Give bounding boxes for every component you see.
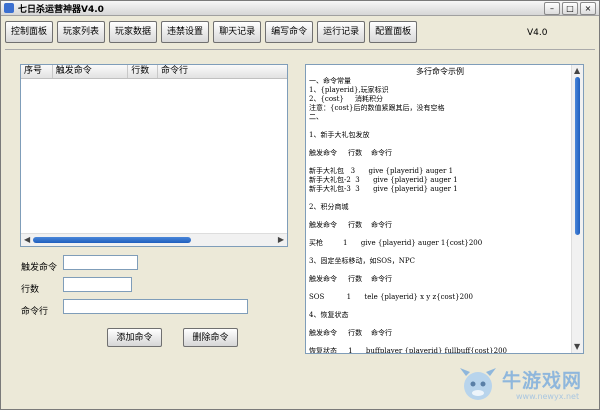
help-line: 2、{cost} 消耗积分 — [309, 95, 384, 103]
help-textbox[interactable]: 多行命令示例 一、命令常量 1、{playerid},玩家标识 2、{cost} 消… — [305, 64, 584, 354]
help-line: 触发命令 行数 命令行 — [309, 149, 393, 157]
help-line: SOS 1 tele {playerid} x y z{cost}200 — [309, 293, 473, 301]
help-line — [309, 338, 571, 347]
watermark-text: 牛游戏网 — [502, 370, 583, 392]
window-controls: – □ × — [544, 2, 596, 15]
mascot-logo-icon — [460, 368, 496, 400]
title-bar: 七日杀运营神器V4.0 – □ × — [1, 1, 599, 16]
window-title: 七日杀运营神器V4.0 — [18, 5, 104, 15]
help-line — [309, 320, 571, 329]
tab-write-commands[interactable]: 编写命令 — [265, 21, 314, 43]
tab-config-panel[interactable]: 配置面板 — [369, 21, 418, 43]
help-line — [309, 266, 571, 275]
command-table[interactable]: 序号 触发命令 行数 命令行 ◀ ▶ — [20, 64, 288, 247]
app-window: 七日杀运营神器V4.0 – □ × 控制面板 玩家列表 玩家数据 违禁设置 聊天… — [0, 0, 600, 410]
help-line: 3、固定坐标移动，如SOS，NPC — [309, 257, 415, 265]
horizontal-scrollbar[interactable]: ◀ ▶ — [21, 233, 287, 246]
help-line: 1、{playerid},玩家标识 — [309, 86, 389, 94]
scroll-right-icon[interactable]: ▶ — [278, 236, 284, 244]
vertical-scrollbar[interactable]: ▲ ▼ — [571, 65, 583, 353]
help-line: 新手大礼包 3 give {playerid} auger 1 — [309, 167, 454, 175]
column-header-lines[interactable]: 行数 — [128, 65, 159, 78]
help-line: 触发命令 行数 命令行 — [309, 275, 393, 283]
help-line — [309, 230, 571, 239]
scroll-down-icon[interactable]: ▼ — [574, 343, 580, 351]
trigger-label: 触发命令 — [21, 263, 58, 273]
help-line: 4、恢复状态 — [309, 311, 349, 319]
help-line: 买枪 1 give {playerid} auger 1{cost}200 — [309, 239, 483, 247]
horizontal-scroll-thumb[interactable] — [33, 237, 191, 243]
help-line: 恢复状态 1 buffplayer {playerid} fullbuff{co… — [309, 347, 507, 354]
command-label: 命令行 — [21, 307, 49, 317]
watermark-url: www.newyx.net — [516, 392, 580, 401]
close-button[interactable]: × — [580, 2, 596, 15]
help-line — [309, 158, 571, 167]
maximize-button[interactable]: □ — [562, 2, 578, 15]
help-line — [309, 284, 571, 293]
help-line — [309, 194, 571, 203]
tab-run-log[interactable]: 运行记录 — [317, 21, 366, 43]
help-line: 新手大礼包-2 3 give {playerid} auger 1 — [309, 176, 458, 184]
minimize-button[interactable]: – — [544, 2, 560, 15]
help-line — [309, 302, 571, 311]
help-line: 注意：{cost}后的数值紧跟其后，没有空格 — [309, 104, 445, 112]
help-line — [309, 212, 571, 221]
help-line: 2、积分商城 — [309, 203, 349, 211]
vertical-scroll-thumb[interactable] — [575, 77, 580, 235]
help-line — [309, 140, 571, 149]
help-line — [309, 122, 571, 131]
app-icon — [4, 3, 14, 13]
help-title: 多行命令示例 — [416, 67, 464, 76]
help-line: 一、命令常量 — [309, 77, 351, 85]
tab-player-data[interactable]: 玩家数据 — [109, 21, 158, 43]
command-input[interactable] — [63, 299, 248, 314]
tab-player-list[interactable]: 玩家列表 — [57, 21, 106, 43]
trigger-input[interactable] — [63, 255, 138, 270]
help-lines: 一、命令常量 1、{playerid},玩家标识 2、{cost} 消耗积分 注意：{… — [309, 77, 571, 354]
help-line — [309, 248, 571, 257]
main-toolbar: 控制面板 玩家列表 玩家数据 违禁设置 聊天记录 编写命令 运行记录 配置面板 — [5, 21, 418, 43]
table-header: 序号 触发命令 行数 命令行 — [21, 65, 287, 79]
scroll-up-icon[interactable]: ▲ — [574, 67, 580, 75]
lines-input[interactable] — [63, 277, 132, 292]
version-label: V4.0 — [527, 28, 548, 38]
add-command-button[interactable]: 添加命令 — [107, 328, 162, 347]
help-line: 1、新手大礼包发放 — [309, 131, 370, 139]
help-line: 新手大礼包-3 3 give {playerid} auger 1 — [309, 185, 458, 193]
help-line: 触发命令 行数 命令行 — [309, 221, 393, 229]
watermark: 牛游戏网 www.newyx.net — [456, 362, 596, 408]
help-content: 多行命令示例 一、命令常量 1、{playerid},玩家标识 2、{cost} 消… — [309, 67, 571, 354]
tab-control-panel[interactable]: 控制面板 — [5, 21, 54, 43]
lines-label: 行数 — [21, 285, 40, 295]
help-line: 触发命令 行数 命令行 — [309, 329, 393, 337]
column-header-trigger[interactable]: 触发命令 — [53, 65, 129, 78]
divider — [5, 49, 595, 50]
help-line: 二、 — [309, 113, 323, 121]
tab-ban-settings[interactable]: 违禁设置 — [161, 21, 210, 43]
delete-command-button[interactable]: 删除命令 — [183, 328, 238, 347]
column-header-command[interactable]: 命令行 — [158, 65, 287, 78]
scroll-left-icon[interactable]: ◀ — [24, 236, 30, 244]
tab-chat-log[interactable]: 聊天记录 — [213, 21, 262, 43]
column-header-index[interactable]: 序号 — [21, 65, 53, 78]
